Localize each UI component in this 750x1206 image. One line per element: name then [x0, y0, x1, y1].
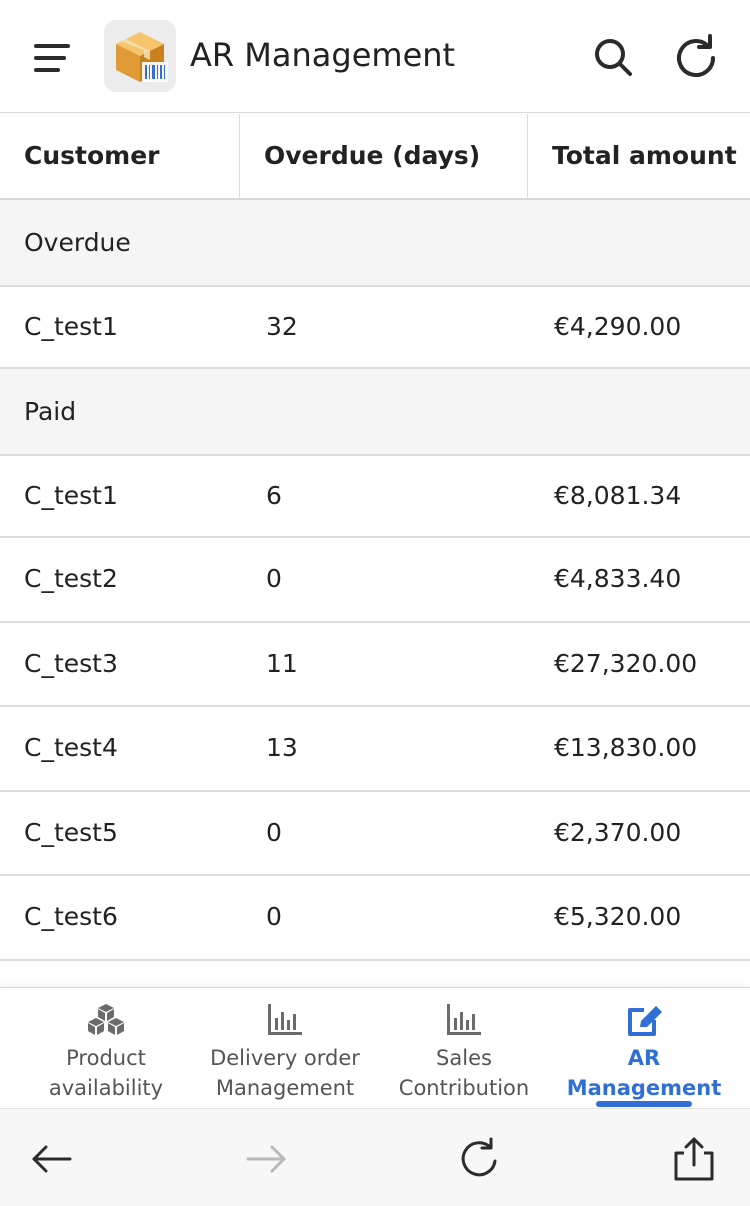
total-amount-cell: €5,320.00 — [554, 902, 682, 931]
table-row[interactable]: C_test1 6 €8,081.34 — [0, 456, 750, 538]
column-divider — [239, 114, 240, 198]
customer-cell: C_test3 — [24, 649, 118, 678]
customer-cell: C_test4 — [24, 733, 118, 762]
overdue-days-cell: 0 — [266, 902, 282, 931]
group-header-paid: Paid — [0, 369, 750, 456]
refresh-icon[interactable] — [668, 30, 724, 86]
group-header-overdue: Overdue — [0, 200, 750, 287]
bar-chart-icon — [265, 1000, 305, 1040]
total-amount-cell: €4,833.40 — [554, 564, 682, 593]
overdue-days-cell: 11 — [266, 649, 298, 678]
share-icon[interactable] — [666, 1131, 722, 1187]
edit-icon — [624, 1000, 664, 1040]
total-amount-cell: €27,320.00 — [554, 649, 698, 678]
overdue-days-cell: 13 — [266, 733, 298, 762]
table-row[interactable]: C_test4 13 €13,830.00 — [0, 707, 750, 792]
total-amount-cell: €2,370.00 — [554, 818, 682, 847]
customer-cell: C_test2 — [24, 564, 118, 593]
tab-label: Sales Contribution — [398, 1046, 530, 1100]
customer-cell: C_test5 — [24, 818, 118, 847]
page-title: AR Management — [190, 36, 456, 74]
tab-delivery-order-management[interactable]: Delivery order Management — [191, 988, 379, 1109]
browser-toolbar — [0, 1108, 750, 1206]
overdue-days-cell: 32 — [266, 312, 298, 341]
reload-icon[interactable] — [452, 1131, 508, 1187]
tab-label: Delivery order Management — [210, 1046, 360, 1100]
table-header: Customer Overdue (days) Total amount — [0, 114, 750, 200]
tab-label: AR Management — [566, 1046, 722, 1100]
total-amount-cell: €4,290.00 — [554, 312, 682, 341]
search-icon[interactable] — [586, 30, 642, 86]
table-row[interactable]: C_test5 0 €2,370.00 — [0, 792, 750, 876]
customer-cell: C_test6 — [24, 902, 118, 931]
overdue-days-cell: 0 — [266, 564, 282, 593]
app-header: AR Management — [0, 0, 750, 113]
table-row[interactable]: C_test1 32 €4,290.00 — [0, 287, 750, 369]
table-row[interactable]: C_test2 0 €4,833.40 — [0, 538, 750, 623]
cubes-icon — [86, 1000, 126, 1040]
overdue-days-cell: 0 — [266, 818, 282, 847]
tab-sales-contribution[interactable]: Sales Contribution — [370, 988, 558, 1109]
bar-chart-icon — [444, 1000, 484, 1040]
tab-label: Product availability — [48, 1046, 164, 1100]
tab-ar-management[interactable]: AR Management — [550, 988, 738, 1109]
table-row[interactable]: C_test6 0 €5,320.00 — [0, 876, 750, 961]
hamburger-menu-icon[interactable] — [24, 36, 80, 80]
arrow-right-icon[interactable] — [238, 1131, 294, 1187]
bottom-tab-bar: Product availability Delivery order Manage… — [0, 987, 750, 1108]
column-header-overdue-days[interactable]: Overdue (days) — [264, 114, 480, 198]
package-barcode-icon — [104, 20, 176, 92]
total-amount-cell: €8,081.34 — [554, 481, 682, 510]
customer-cell: C_test1 — [24, 312, 118, 341]
customer-cell: C_test1 — [24, 481, 118, 510]
table-row[interactable]: C_test3 11 €27,320.00 — [0, 623, 750, 707]
total-amount-cell: €13,830.00 — [554, 733, 698, 762]
active-tab-indicator — [596, 1101, 692, 1107]
arrow-left-icon[interactable] — [24, 1131, 80, 1187]
column-header-customer[interactable]: Customer — [24, 114, 160, 198]
column-header-total-amount[interactable]: Total amount — [552, 114, 737, 198]
column-divider — [527, 114, 528, 198]
overdue-days-cell: 6 — [266, 481, 282, 510]
ar-table: Customer Overdue (days) Total amount Ove… — [0, 114, 750, 1001]
tab-product-availability[interactable]: Product availability — [12, 988, 200, 1109]
